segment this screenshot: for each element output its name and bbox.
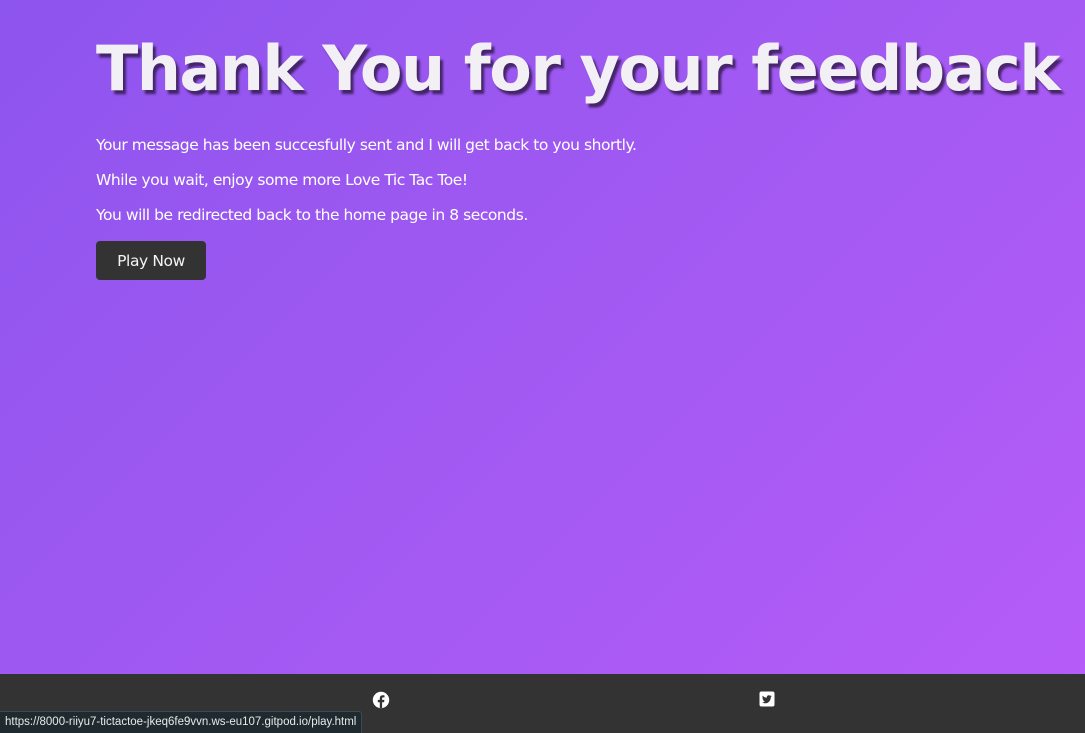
- main-content: Thank You for your feedback Your message…: [96, 0, 1076, 674]
- status-bar-url: https://8000-riiyu7-tictactoe-jkeq6fe9vv…: [0, 711, 363, 733]
- enjoy-text: While you wait, enjoy some more Love Tic…: [96, 171, 468, 189]
- facebook-link[interactable]: [372, 691, 390, 709]
- redirect-text: You will be redirected back to the home …: [96, 206, 528, 224]
- page-title: Thank You for your feedback: [96, 32, 1060, 105]
- play-now-button[interactable]: Play Now: [96, 241, 206, 280]
- message-sent-text: Your message has been succesfully sent a…: [96, 136, 637, 154]
- twitter-link[interactable]: [759, 691, 777, 709]
- twitter-icon: [759, 691, 777, 707]
- facebook-icon: [372, 691, 390, 709]
